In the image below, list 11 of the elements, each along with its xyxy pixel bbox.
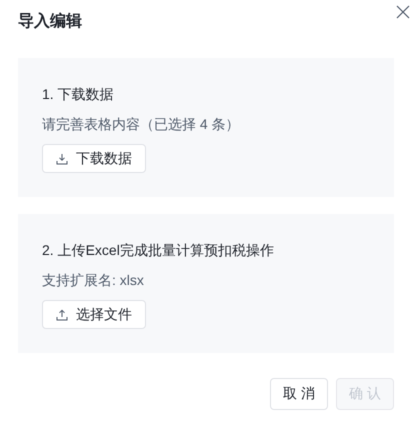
download-button[interactable]: 下载数据 xyxy=(42,144,146,173)
step-title: 1. 下载数据 xyxy=(42,85,114,104)
cancel-button[interactable]: 取 消 xyxy=(270,378,328,410)
close-button[interactable] xyxy=(395,4,411,20)
step-title: 2. 上传Excel完成批量计算预扣税操作 xyxy=(42,241,274,260)
upload-icon xyxy=(56,308,68,320)
step-hint: 请完善表格内容（已选择 4 条） xyxy=(42,115,240,134)
download-icon xyxy=(56,152,68,164)
dialog-title: 导入编辑 xyxy=(18,11,82,32)
step-hint: 支持扩展名: xlsx xyxy=(42,271,144,290)
select-file-button[interactable]: 选择文件 xyxy=(42,300,146,329)
